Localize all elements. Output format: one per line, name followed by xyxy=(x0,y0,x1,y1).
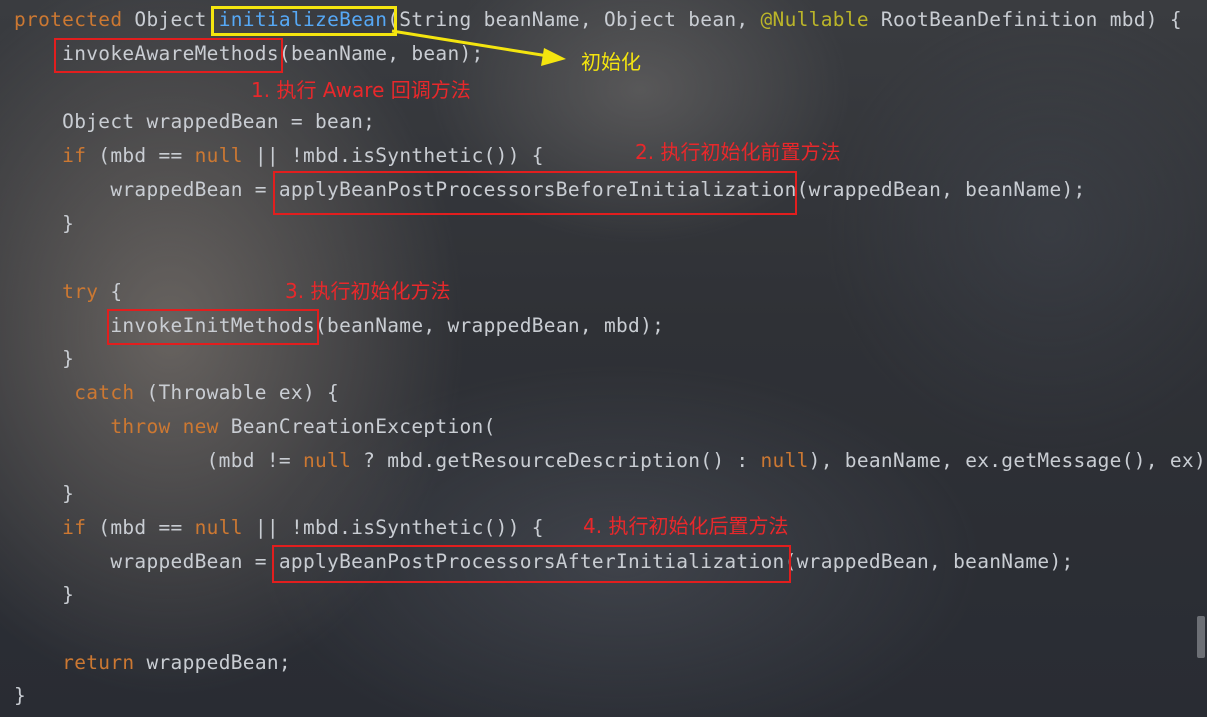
note-step3: 3. 执行初始化方法 xyxy=(285,279,451,303)
note-step4: 4. 执行初始化后置方法 xyxy=(583,514,789,538)
arrow-icon xyxy=(391,29,566,66)
vertical-scrollbar-thumb[interactable] xyxy=(1197,616,1205,658)
note-step2: 2. 执行初始化前置方法 xyxy=(635,140,841,164)
note-init: 初始化 xyxy=(581,50,641,74)
note-step1: 1. 执行 Aware 回调方法 xyxy=(251,78,471,102)
code-editor[interactable]: protected Object initializeBean(String b… xyxy=(0,0,1207,717)
